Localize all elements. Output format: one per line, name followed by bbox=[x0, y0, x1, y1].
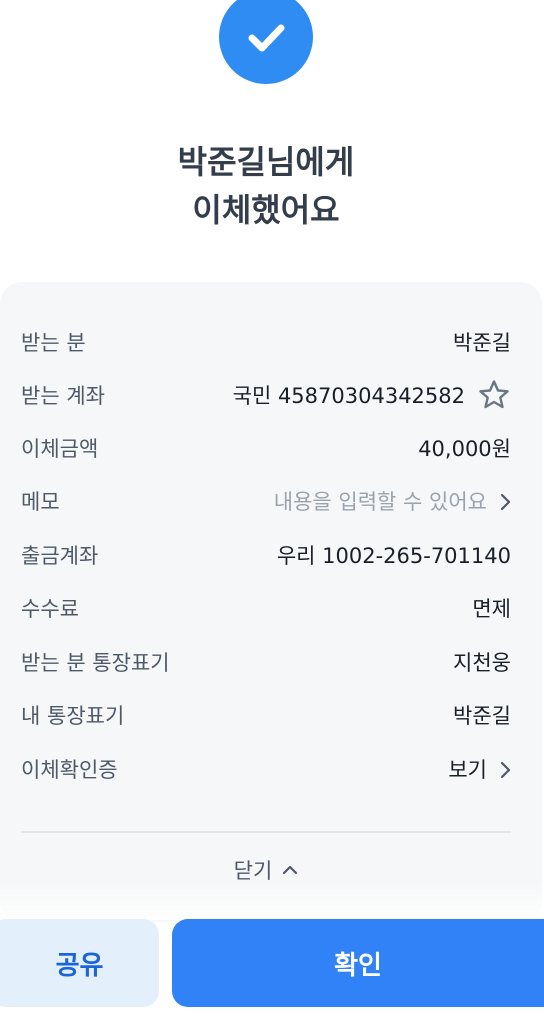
detail-value: 박준길 bbox=[453, 704, 511, 728]
detail-row-transfer-receipt[interactable]: 이체확인증 보기 bbox=[21, 749, 511, 789]
detail-row-withdraw-account: 출금계좌 우리 1002-265-701140 bbox=[21, 535, 511, 575]
detail-label: 받는 분 bbox=[21, 331, 86, 355]
detail-value: 면제 bbox=[472, 597, 511, 621]
detail-label: 받는 분 통장표기 bbox=[21, 651, 170, 675]
chevron-up-icon bbox=[283, 865, 298, 875]
detail-label: 수수료 bbox=[21, 597, 79, 621]
detail-label: 받는 계좌 bbox=[21, 384, 105, 408]
divider bbox=[21, 831, 511, 833]
detail-row-memo[interactable]: 메모 내용을 입력할 수 있어요 bbox=[21, 481, 511, 521]
view-receipt-link[interactable]: 보기 bbox=[448, 754, 487, 784]
title-line-recipient: 박준길님에게 bbox=[177, 143, 355, 181]
detail-row-amount: 이체금액 40,000원 bbox=[21, 428, 511, 468]
detail-value: 우리 1002-265-701140 bbox=[276, 544, 511, 568]
star-outline-icon[interactable] bbox=[477, 378, 511, 412]
detail-row-recipient: 받는 분 박준길 bbox=[21, 322, 511, 362]
detail-label: 이체금액 bbox=[21, 437, 99, 461]
detail-label: 출금계좌 bbox=[21, 544, 99, 568]
success-check-icon bbox=[219, 0, 313, 84]
detail-label: 이체확인증 bbox=[21, 758, 118, 782]
chevron-right-icon bbox=[499, 760, 511, 779]
detail-row-fee: 수수료 면제 bbox=[21, 588, 511, 628]
bottom-fade bbox=[0, 880, 544, 920]
detail-value: 지천웅 bbox=[453, 651, 511, 675]
memo-placeholder[interactable]: 내용을 입력할 수 있어요 bbox=[274, 486, 487, 516]
detail-label: 메모 bbox=[21, 490, 60, 514]
detail-label: 내 통장표기 bbox=[21, 704, 125, 728]
title-line-status: 이체했어요 bbox=[192, 191, 340, 229]
detail-row-recipient-account: 받는 계좌 국민 45870304342582 bbox=[21, 375, 511, 415]
transfer-complete-screen: 박준길님에게 이체했어요 받는 분 박준길 받는 계좌 국민 458703043… bbox=[0, 0, 544, 1024]
share-button[interactable]: 공유 bbox=[0, 919, 159, 1007]
detail-value: 40,000원 bbox=[418, 437, 511, 461]
detail-row-recipient-memo: 받는 분 통장표기 지천웅 bbox=[21, 642, 511, 682]
confirm-button[interactable]: 확인 bbox=[172, 919, 544, 1007]
page-title: 박준길님에게 이체했어요 bbox=[0, 138, 532, 234]
detail-value: 박준길 bbox=[453, 331, 511, 355]
detail-row-my-memo: 내 통장표기 박준길 bbox=[21, 695, 511, 735]
chevron-right-icon bbox=[499, 492, 511, 511]
detail-value: 국민 45870304342582 bbox=[232, 384, 465, 408]
